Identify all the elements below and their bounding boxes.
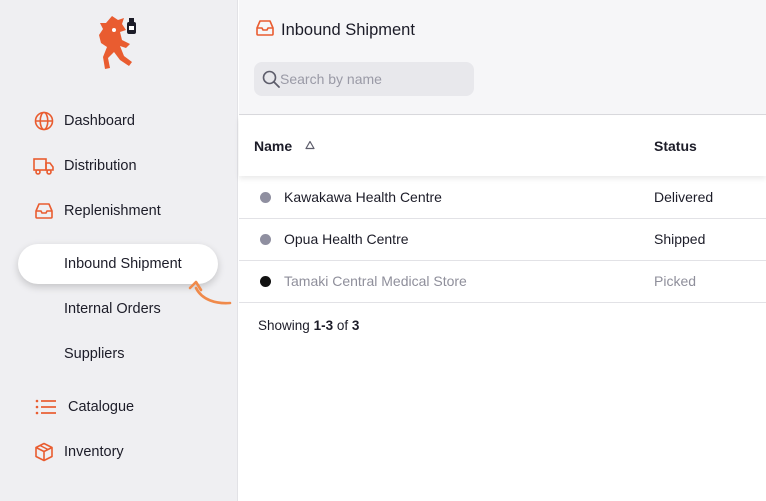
row-status: Picked	[654, 273, 697, 289]
row-name: Tamaki Central Medical Store	[284, 273, 467, 289]
sidebar-item-internal-orders[interactable]: Internal Orders	[0, 291, 238, 327]
search-icon	[262, 70, 280, 88]
row-status: Shipped	[654, 231, 706, 247]
sidebar-item-inventory[interactable]: Inventory	[0, 434, 238, 470]
sidebar-item-catalogue[interactable]: Catalogue	[0, 389, 238, 425]
row-color-dot	[260, 234, 271, 245]
sidebar: Dashboard Distribution Replenishment Inb…	[0, 0, 238, 501]
sidebar-item-label: Internal Orders	[64, 301, 161, 317]
app-logo	[99, 16, 136, 69]
pagination-total: 3	[351, 318, 360, 333]
row-name: Kawakawa Health Centre	[284, 189, 442, 205]
pagination-of: of	[336, 318, 349, 333]
pagination-range: 1-3	[313, 318, 334, 333]
table-row[interactable]: Opua Health Centre Shipped	[239, 219, 766, 261]
table-row[interactable]: Tamaki Central Medical Store Picked	[239, 261, 766, 303]
sidebar-item-replenishment[interactable]: Replenishment	[0, 193, 238, 229]
sidebar-item-label: Replenishment	[64, 203, 161, 219]
globe-icon	[33, 110, 55, 132]
sidebar-item-dashboard[interactable]: Dashboard	[0, 103, 238, 139]
column-header-name[interactable]: Name	[254, 138, 292, 154]
page-header: Inbound Shipment	[239, 0, 766, 115]
row-name: Opua Health Centre	[284, 231, 409, 247]
truck-icon	[33, 155, 55, 177]
list-icon	[35, 396, 57, 418]
inbox-icon	[255, 19, 275, 42]
sidebar-item-label: Inventory	[64, 444, 124, 460]
inbox-icon	[33, 200, 55, 222]
sort-ascending-icon[interactable]	[305, 140, 315, 150]
row-color-dot	[260, 276, 271, 287]
pagination-prefix: Showing	[258, 318, 310, 333]
sidebar-item-label: Dashboard	[64, 113, 135, 129]
sidebar-item-label: Inbound Shipment	[64, 256, 182, 272]
row-color-dot	[260, 192, 271, 203]
sidebar-item-label: Distribution	[64, 158, 137, 174]
page-title: Inbound Shipment	[281, 21, 415, 39]
table-row[interactable]: Kawakawa Health Centre Delivered	[239, 177, 766, 219]
search-box[interactable]	[254, 62, 474, 96]
sidebar-item-label: Catalogue	[68, 399, 135, 415]
main-content: Inbound Shipment Name Status Kawakawa He…	[239, 0, 766, 501]
column-header-status[interactable]: Status	[654, 138, 697, 154]
sidebar-item-inbound-shipment[interactable]: Inbound Shipment	[18, 244, 218, 284]
sidebar-item-label: Suppliers	[64, 346, 125, 362]
table-header: Name Status	[239, 116, 766, 176]
search-input[interactable]	[280, 62, 470, 96]
row-status: Delivered	[654, 189, 714, 205]
page-title-row: Inbound Shipment	[255, 19, 415, 42]
sidebar-item-suppliers[interactable]: Suppliers	[0, 336, 238, 372]
pagination-summary: Showing 1-3 of 3	[258, 318, 359, 333]
sidebar-item-distribution[interactable]: Distribution	[0, 148, 238, 184]
box-icon	[33, 441, 55, 463]
